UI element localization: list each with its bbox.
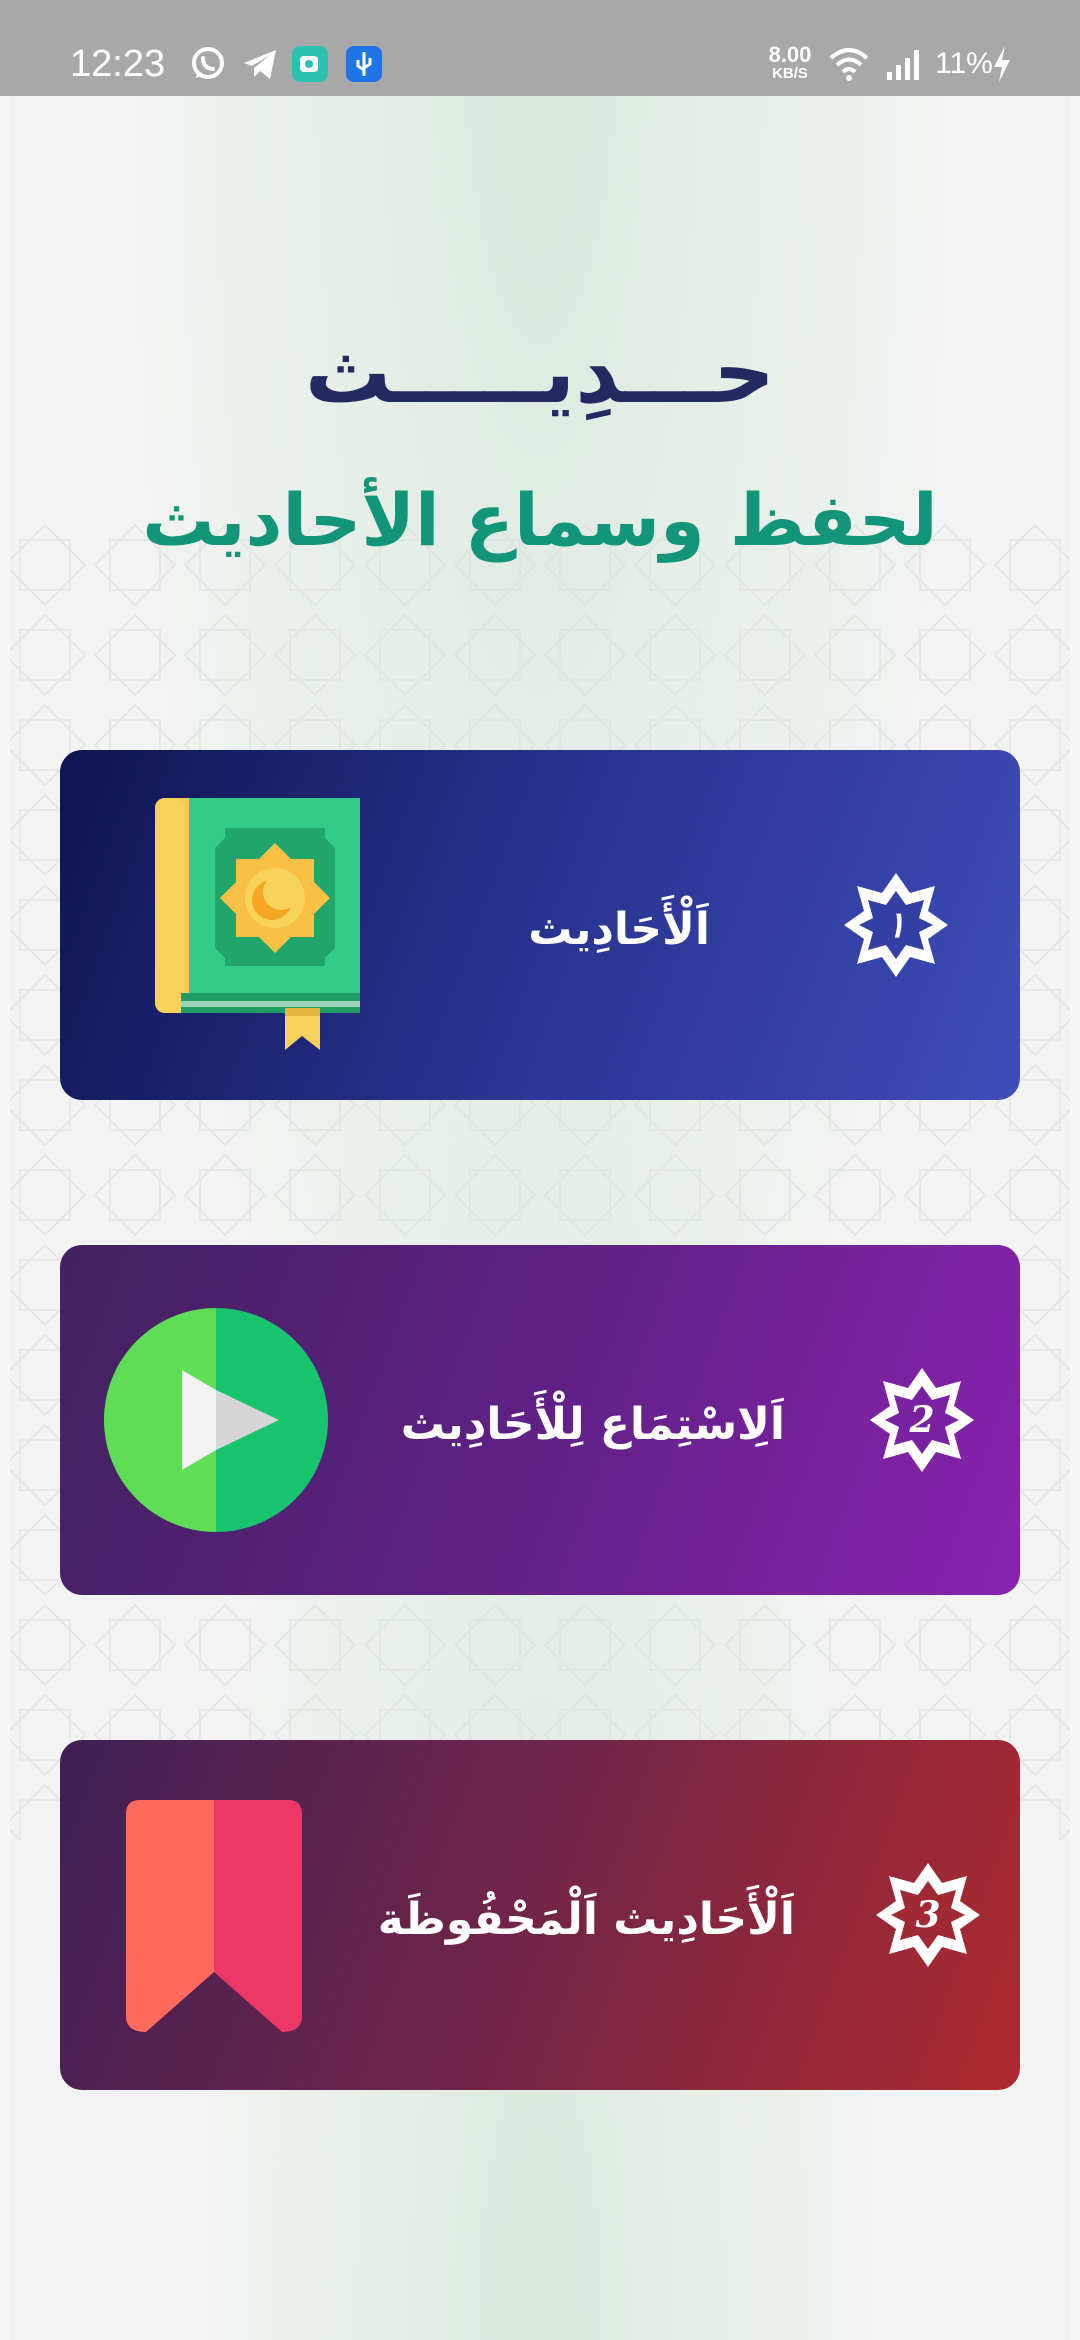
app-title: حـــدِيـــــث [304, 323, 776, 423]
app-subtitle: لحفظ وسماع الأحاديث [142, 478, 938, 562]
whatsapp-icon [192, 47, 224, 79]
telegram-icon [244, 50, 276, 79]
charging-icon [994, 46, 1010, 82]
badge-number: 2 [909, 1399, 935, 1441]
play-icon [104, 1308, 328, 1532]
net-speed: 8.00 KB/S [762, 44, 818, 82]
app-notification-icon [292, 46, 328, 82]
signal-icon [887, 50, 919, 80]
wifi-icon [829, 48, 869, 81]
book-icon [155, 798, 360, 1050]
number-badge: 2 [866, 1364, 978, 1476]
bookmark-icon [126, 1800, 302, 2032]
menu-item-listening[interactable]: اَلِاسْتِمَاع لِلْأَحَادِيث 2 [60, 1245, 1020, 1595]
background-pattern [0, 520, 1080, 1840]
number-badge: 3 [872, 1859, 984, 1971]
menu-item-label: اَلْأَحَادِيث اَلْمَحْفُوظَة [377, 1894, 795, 1945]
menu-item-saved[interactable]: اَلْأَحَادِيث اَلْمَحْفُوظَة 3 [60, 1740, 1020, 2090]
net-speed-value: 8.00 [768, 42, 812, 67]
badge-number: 3 [915, 1894, 941, 1936]
number-badge: ١ [840, 869, 952, 981]
battery-percentage: 11% [935, 47, 993, 80]
menu-item-label: اَلِاسْتِمَاع لِلْأَحَادِيث [400, 1399, 785, 1450]
menu-item-hadiths[interactable]: اَلْأَحَادِيث ١ [60, 750, 1020, 1100]
menu-item-label: اَلْأَحَادِيث [528, 904, 710, 955]
status-time: 12:23 [70, 43, 166, 85]
status-bar: 12:23 8.00 KB/S 11% [0, 0, 1080, 96]
badge-number: ١ [886, 904, 906, 946]
net-speed-unit: KB/S [772, 65, 808, 82]
usb-icon [346, 46, 382, 82]
